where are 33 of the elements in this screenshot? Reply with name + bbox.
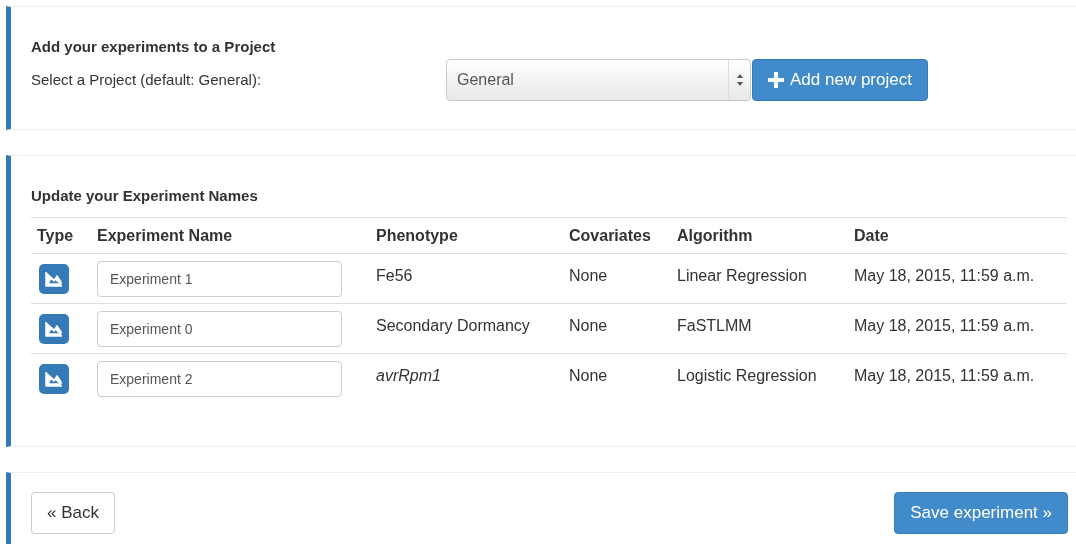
experiment-name-field[interactable]: Experiment 2 [97,360,342,397]
column-header: Algorithm [677,226,753,244]
phenotype-cell: avrRpm1 [376,367,441,384]
algorithm-cell: FaSTLMM [677,317,752,334]
phenotype-cell: Secondary Dormancy [376,317,530,334]
select-label: Select a Project (default: General): [31,69,263,90]
column-header: Type [37,226,74,244]
phenotype-cell: Fe56 [376,267,413,284]
date-cell: May 18, 2015, 11:59 a.m. [854,317,1035,334]
spinner-arrows-icon [735,73,744,87]
covariates-cell: None [569,317,608,334]
column-header: Covariates [569,226,651,244]
save-button[interactable]: Save experiment » [894,492,1068,534]
covariates-cell: None [569,267,608,284]
date-cell: May 18, 2015, 11:59 a.m. [854,367,1035,384]
area-chart-icon [39,363,69,394]
area-chart-icon [39,313,69,344]
project-select[interactable]: General [446,59,751,101]
column-header: Experiment Name [97,226,233,244]
experiment-name-field[interactable]: Experiment 1 [97,260,342,297]
experiment-name-field[interactable]: Experiment 0 [97,310,342,347]
date-cell: May 18, 2015, 11:59 a.m. [854,267,1035,284]
area-chart-icon [39,263,69,294]
algorithm-cell: Linear Regression [677,267,807,284]
column-header: Date [854,226,889,244]
algorithm-cell: Logistic Regression [677,367,817,384]
panel-title: Update your Experiment Names [31,186,259,206]
plus-icon [768,72,784,88]
covariates-cell: None [569,367,608,384]
panel-title: Add your experiments to a Project [31,37,277,57]
column-header: Phenotype [376,226,458,244]
back-button[interactable]: « Back [31,492,115,534]
add-project-button[interactable]: Add new project [752,59,928,101]
